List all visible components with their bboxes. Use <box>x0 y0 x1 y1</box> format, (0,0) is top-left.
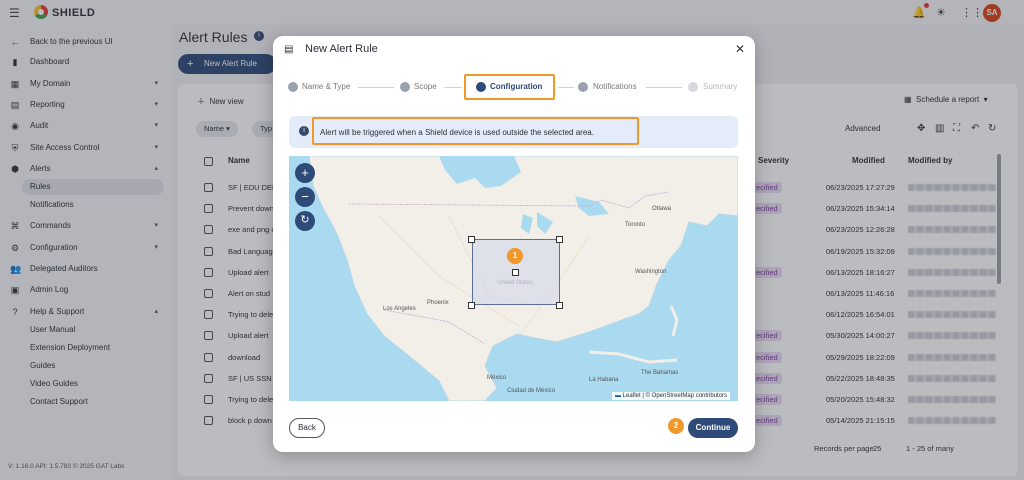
resize-handle[interactable] <box>556 236 563 243</box>
step-dot-scope <box>400 82 410 92</box>
map-label-habana: La Habana <box>589 377 619 383</box>
reset-map-button[interactable]: ↻ <box>295 211 315 231</box>
resize-handle[interactable] <box>468 236 475 243</box>
step-connector <box>358 87 394 88</box>
close-icon[interactable]: ✕ <box>735 42 745 56</box>
zoom-in-button[interactable]: + <box>295 163 315 183</box>
step-configuration[interactable]: Configuration <box>490 82 542 91</box>
banner-text: Alert will be triggered when a Shield de… <box>320 128 594 137</box>
step-connector <box>646 87 682 88</box>
map-label-bahamas: The Bahamas <box>641 370 679 376</box>
zoom-out-button[interactable]: − <box>295 187 315 207</box>
step-badge-1: 1 <box>507 248 523 264</box>
step-badge-2: 2 <box>668 418 684 434</box>
resize-handle[interactable] <box>468 302 475 309</box>
step-name-type[interactable]: Name & Type <box>302 82 350 91</box>
map-label-phoenix: Phoenix <box>427 300 449 306</box>
step-dot-name-type <box>288 82 298 92</box>
move-handle[interactable] <box>512 269 519 276</box>
step-dot-configuration <box>476 82 486 92</box>
map-label-washington: Washington <box>635 269 667 275</box>
resize-handle[interactable] <box>556 302 563 309</box>
form-icon: ▤ <box>284 44 294 55</box>
map-label-ottawa: Ottawa <box>652 206 672 212</box>
map-label-mexico: México <box>487 375 507 381</box>
step-connector <box>558 87 574 88</box>
dialog-title: New Alert Rule <box>305 43 378 55</box>
step-summary[interactable]: Summary <box>703 82 737 91</box>
map-label-los-angeles: Los Angeles <box>383 306 416 312</box>
step-scope[interactable]: Scope <box>414 82 437 91</box>
step-notifications[interactable]: Notifications <box>593 82 637 91</box>
step-dot-notifications <box>578 82 588 92</box>
continue-button[interactable]: Continue <box>688 418 738 438</box>
step-dot-summary <box>688 82 698 92</box>
back-button[interactable]: Back <box>289 418 325 438</box>
map-label-ciudad: Ciudad de México <box>507 388 556 394</box>
map-attribution: ▬ Leaflet | © OpenStreetMap contributors <box>612 392 731 400</box>
info-icon: i <box>299 126 309 136</box>
map-label-toronto: Toronto <box>625 222 646 228</box>
step-connector <box>444 87 462 88</box>
